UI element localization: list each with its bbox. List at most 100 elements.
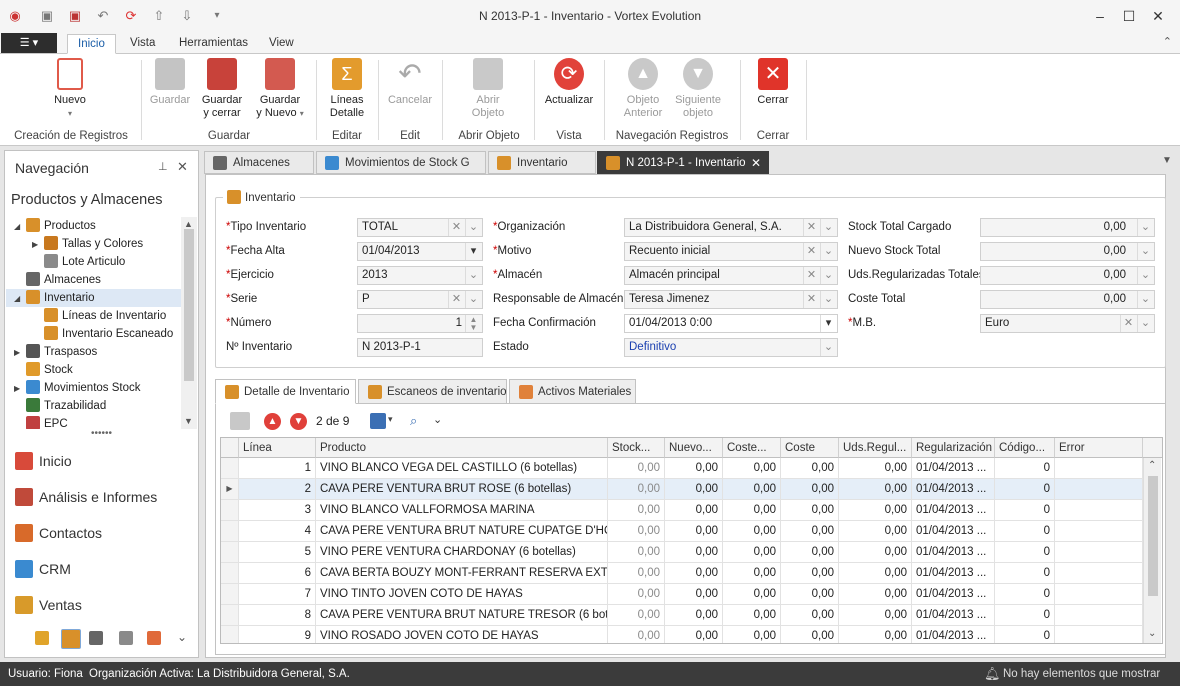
grid-cell[interactable]: 0,00 [608, 500, 665, 521]
expand-toggle-icon[interactable]: ◢ [14, 290, 26, 308]
row-indicator[interactable] [221, 521, 239, 542]
chevron-down-icon[interactable]: ⌄ [465, 291, 481, 308]
grid-cell[interactable]: 0,00 [781, 458, 839, 479]
grid-cell[interactable]: 0,00 [839, 605, 912, 626]
chevron-down-icon[interactable]: ⌄ [1137, 243, 1153, 260]
tab-activos-materiales[interactable]: Activos Materiales [509, 379, 636, 404]
grid-cell[interactable]: 3 [239, 500, 316, 521]
grid-cell[interactable]: 0 [995, 521, 1055, 542]
more-shortcuts-icon[interactable]: ⌄ [177, 630, 187, 644]
grid-cell[interactable]: 0,00 [839, 542, 912, 563]
responsable-field[interactable]: Teresa Jimenez ✕ ⌄ [624, 290, 838, 309]
row-indicator[interactable] [221, 584, 239, 605]
clear-icon[interactable]: ✕ [1120, 315, 1136, 332]
doc-tab-almacenes[interactable]: Almacenes [204, 151, 314, 174]
grid-cell[interactable]: 0,00 [781, 563, 839, 584]
column-header[interactable]: Uds.Regul... [839, 438, 912, 458]
tree-scrollbar[interactable]: ▲ ▼ [181, 217, 197, 429]
grid-cell[interactable]: 0,00 [608, 626, 665, 643]
nav-module-ventas[interactable]: Ventas [15, 593, 82, 617]
grid-cell[interactable]: 01/04/2013 ... [912, 626, 995, 643]
grid-cell[interactable]: 0,00 [839, 521, 912, 542]
pin-icon[interactable]: ⊥ [158, 160, 168, 173]
grid-cell[interactable]: 0,00 [781, 542, 839, 563]
estado-field[interactable]: Definitivo ⌄ [624, 338, 838, 357]
chevron-down-icon[interactable]: ⌄ [820, 339, 836, 356]
tab-detalle-inventario[interactable]: Detalle de Inventario [215, 379, 356, 404]
fecha-confirmacion-field[interactable]: 01/04/2013 0:00 ▾ [624, 314, 838, 333]
grid-cell[interactable]: 0,00 [665, 500, 723, 521]
grid-cell[interactable]: 0,00 [665, 563, 723, 584]
shortcut-inventario-icon[interactable] [61, 629, 81, 649]
ejercicio-field[interactable]: 2013 ⌄ [357, 266, 483, 285]
column-header[interactable]: Coste [781, 438, 839, 458]
grid-cell[interactable]: 01/04/2013 ... [912, 563, 995, 584]
grid-cell[interactable]: 0,00 [781, 626, 839, 643]
expand-toggle-icon[interactable]: ▶ [14, 344, 26, 362]
grid-cell[interactable]: 0,00 [608, 584, 665, 605]
tree-item[interactable]: Lote Articulo [6, 253, 181, 271]
grid-cell[interactable]: 0,00 [839, 584, 912, 605]
grid-cell[interactable]: 0,00 [723, 479, 781, 500]
tab-inicio[interactable]: Inicio [67, 34, 116, 54]
grid-cell[interactable] [1055, 584, 1143, 605]
grid-cell[interactable] [1055, 500, 1143, 521]
grid-cell[interactable]: 0 [995, 563, 1055, 584]
coste-total-field[interactable]: 0,00 ⌄ [980, 290, 1155, 309]
grid-cell[interactable]: 0 [995, 605, 1055, 626]
grid-cell[interactable] [1055, 458, 1143, 479]
clear-icon[interactable]: ✕ [803, 243, 819, 260]
grid-cell[interactable]: 9 [239, 626, 316, 643]
close-panel-icon[interactable]: ✕ [177, 159, 188, 175]
column-header[interactable]: Error [1055, 438, 1143, 458]
grid-cell[interactable]: 0,00 [665, 605, 723, 626]
nav-module-crm[interactable]: CRM [15, 557, 71, 581]
tree-item[interactable]: EPC [6, 415, 181, 429]
grid-cell[interactable]: VINO ROSADO JOVEN COTO DE HAYAS [316, 626, 608, 643]
print-dropdown-icon[interactable]: ▾ [388, 414, 393, 425]
grid-cell[interactable]: 0,00 [723, 626, 781, 643]
doc-tab-movimientos[interactable]: Movimientos de Stock G [316, 151, 486, 174]
grid-cell[interactable]: 0 [995, 500, 1055, 521]
grid-cell[interactable] [1055, 605, 1143, 626]
shortcut-traspasos-icon[interactable] [147, 631, 161, 645]
grid-cell[interactable]: 0,00 [665, 479, 723, 500]
chevron-down-icon[interactable]: ⌄ [1137, 219, 1153, 236]
search-icon[interactable]: ⌕ [410, 413, 417, 429]
grid-cell[interactable]: 0 [995, 584, 1055, 605]
grid-cell[interactable]: 0,00 [723, 584, 781, 605]
grid-cell[interactable]: 01/04/2013 ... [912, 521, 995, 542]
expand-toggle-icon[interactable]: ▶ [14, 380, 26, 398]
clear-icon[interactable]: ✕ [448, 219, 464, 236]
tab-vista[interactable]: Vista [120, 34, 165, 54]
motivo-field[interactable]: Recuento inicial ✕ ⌄ [624, 242, 838, 261]
abrir-objeto-button[interactable]: Abrir Objeto [462, 58, 514, 120]
grid-cell[interactable]: 0,00 [608, 521, 665, 542]
actualizar-button[interactable]: ⟳ Actualizar [540, 58, 598, 107]
grid-cell[interactable]: 0,00 [781, 479, 839, 500]
close-window-button[interactable]: ✕ [1148, 6, 1168, 26]
chevron-down-icon[interactable]: ⌄ [465, 267, 481, 284]
grid-cell[interactable]: 0,00 [781, 605, 839, 626]
shortcut-stock-icon[interactable] [35, 631, 49, 645]
row-indicator[interactable] [221, 542, 239, 563]
nuevo-button[interactable]: Nuevo ▾ [45, 58, 95, 120]
shortcut-almacenes-icon[interactable] [89, 631, 103, 645]
chevron-down-icon[interactable]: ⌄ [465, 219, 481, 236]
tree-item[interactable]: ▶ Traspasos [6, 343, 181, 361]
maximize-button[interactable]: ☐ [1119, 6, 1139, 26]
tree-item[interactable]: ◢ Inventario [6, 289, 181, 307]
bell-icon[interactable]: 🔔︎ [984, 662, 1001, 686]
grid-cell[interactable]: 0 [995, 458, 1055, 479]
lineas-detalle-button[interactable]: Σ Líneas Detalle [322, 58, 372, 120]
grid-cell[interactable] [1055, 563, 1143, 584]
chevron-down-icon[interactable]: ▾ [820, 315, 836, 332]
tab-list-dropdown-icon[interactable]: ▼ [1162, 155, 1172, 166]
grid-scrollbar[interactable]: ⌃ ⌄ [1143, 458, 1161, 643]
clear-icon[interactable]: ✕ [803, 219, 819, 236]
tab-view[interactable]: View [259, 34, 304, 54]
grid-cell[interactable]: 0,00 [665, 584, 723, 605]
grid-cell[interactable]: 0,00 [781, 584, 839, 605]
grid-cell[interactable] [1055, 542, 1143, 563]
guardar-button[interactable]: Guardar [147, 58, 193, 107]
